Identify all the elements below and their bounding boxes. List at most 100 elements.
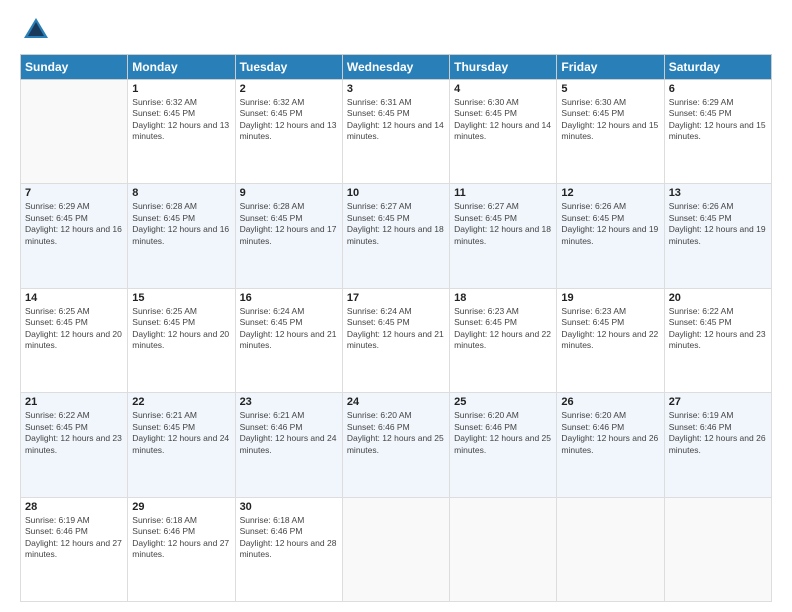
calendar-cell: 20 Sunrise: 6:22 AMSunset: 6:45 PMDayligh…	[664, 288, 771, 392]
logo-icon	[22, 16, 50, 44]
calendar-cell: 19Sunrise: 6:23 AMSunset: 6:45 PMDayligh…	[557, 288, 664, 392]
calendar-cell: 7 Sunrise: 6:29 AMSunset: 6:45 PMDaylight…	[21, 184, 128, 288]
calendar-cell	[557, 497, 664, 601]
day-info: Sunrise: 6:23 AMSunset: 6:45 PMDaylight:…	[561, 306, 659, 352]
weekday-header-thursday: Thursday	[450, 55, 557, 80]
calendar-cell	[342, 497, 449, 601]
page: SundayMondayTuesdayWednesdayThursdayFrid…	[0, 0, 792, 612]
calendar-cell: 8 Sunrise: 6:28 AMSunset: 6:45 PMDaylight…	[128, 184, 235, 288]
day-number: 9	[240, 187, 338, 199]
day-number: 26	[561, 396, 659, 408]
day-number: 23	[240, 396, 338, 408]
day-number: 17	[347, 292, 445, 304]
day-info: Sunrise: 6:32 AMSunset: 6:45 PMDaylight:…	[240, 97, 338, 143]
day-info: Sunrise: 6:29 AMSunset: 6:45 PMDaylight:…	[25, 201, 123, 247]
calendar-cell: 12 Sunrise: 6:26 AMSunset: 6:45 PMDayligh…	[557, 184, 664, 288]
calendar-cell: 6Sunrise: 6:29 AMSunset: 6:45 PMDaylight…	[664, 80, 771, 184]
day-info: Sunrise: 6:19 AMSunset: 6:46 PMDaylight:…	[25, 515, 123, 561]
day-number: 13	[669, 187, 767, 199]
weekday-header-monday: Monday	[128, 55, 235, 80]
day-info: Sunrise: 6:30 AMSunset: 6:45 PMDaylight:…	[561, 97, 659, 143]
calendar-cell: 22Sunrise: 6:21 AMSunset: 6:45 PMDayligh…	[128, 393, 235, 497]
day-info: Sunrise: 6:20 AMSunset: 6:46 PMDaylight:…	[347, 410, 445, 456]
calendar-cell	[21, 80, 128, 184]
calendar-cell: 3 Sunrise: 6:31 AMSunset: 6:45 PMDaylight…	[342, 80, 449, 184]
day-info: Sunrise: 6:20 AMSunset: 6:46 PMDaylight:…	[454, 410, 552, 456]
day-info: Sunrise: 6:19 AMSunset: 6:46 PMDaylight:…	[669, 410, 767, 456]
calendar-cell: 26 Sunrise: 6:20 AMSunset: 6:46 PMDayligh…	[557, 393, 664, 497]
calendar-cell: 4 Sunrise: 6:30 AMSunset: 6:45 PMDaylight…	[450, 80, 557, 184]
week-row-4: 21Sunrise: 6:22 AMSunset: 6:45 PMDayligh…	[21, 393, 772, 497]
day-info: Sunrise: 6:28 AMSunset: 6:45 PMDaylight:…	[132, 201, 230, 247]
week-row-2: 7 Sunrise: 6:29 AMSunset: 6:45 PMDaylight…	[21, 184, 772, 288]
day-number: 2	[240, 83, 338, 95]
calendar-cell: 23 Sunrise: 6:21 AMSunset: 6:46 PMDayligh…	[235, 393, 342, 497]
calendar-cell: 1 Sunrise: 6:32 AMSunset: 6:45 PMDaylight…	[128, 80, 235, 184]
day-number: 11	[454, 187, 552, 199]
weekday-header-saturday: Saturday	[664, 55, 771, 80]
calendar-cell: 21Sunrise: 6:22 AMSunset: 6:45 PMDayligh…	[21, 393, 128, 497]
day-number: 28	[25, 501, 123, 513]
day-number: 25	[454, 396, 552, 408]
calendar-cell: 17 Sunrise: 6:24 AMSunset: 6:45 PMDayligh…	[342, 288, 449, 392]
day-info: Sunrise: 6:25 AMSunset: 6:45 PMDaylight:…	[25, 306, 123, 352]
weekday-header-sunday: Sunday	[21, 55, 128, 80]
day-info: Sunrise: 6:21 AMSunset: 6:46 PMDaylight:…	[240, 410, 338, 456]
calendar-cell: 24 Sunrise: 6:20 AMSunset: 6:46 PMDayligh…	[342, 393, 449, 497]
day-number: 15	[132, 292, 230, 304]
day-number: 20	[669, 292, 767, 304]
day-info: Sunrise: 6:27 AMSunset: 6:45 PMDaylight:…	[347, 201, 445, 247]
calendar-cell: 29 Sunrise: 6:18 AMSunset: 6:46 PMDayligh…	[128, 497, 235, 601]
day-info: Sunrise: 6:26 AMSunset: 6:45 PMDaylight:…	[669, 201, 767, 247]
day-info: Sunrise: 6:24 AMSunset: 6:45 PMDaylight:…	[347, 306, 445, 352]
calendar-cell	[664, 497, 771, 601]
day-number: 7	[25, 187, 123, 199]
calendar-table: SundayMondayTuesdayWednesdayThursdayFrid…	[20, 54, 772, 602]
weekday-header-row: SundayMondayTuesdayWednesdayThursdayFrid…	[21, 55, 772, 80]
day-info: Sunrise: 6:28 AMSunset: 6:45 PMDaylight:…	[240, 201, 338, 247]
day-info: Sunrise: 6:32 AMSunset: 6:45 PMDaylight:…	[132, 97, 230, 143]
calendar-cell: 14 Sunrise: 6:25 AMSunset: 6:45 PMDayligh…	[21, 288, 128, 392]
day-info: Sunrise: 6:25 AMSunset: 6:45 PMDaylight:…	[132, 306, 230, 352]
day-number: 1	[132, 83, 230, 95]
header	[20, 16, 772, 44]
day-info: Sunrise: 6:20 AMSunset: 6:46 PMDaylight:…	[561, 410, 659, 456]
calendar-cell: 2 Sunrise: 6:32 AMSunset: 6:45 PMDaylight…	[235, 80, 342, 184]
day-number: 8	[132, 187, 230, 199]
day-info: Sunrise: 6:22 AMSunset: 6:45 PMDaylight:…	[669, 306, 767, 352]
day-info: Sunrise: 6:21 AMSunset: 6:45 PMDaylight:…	[132, 410, 230, 456]
week-row-5: 28 Sunrise: 6:19 AMSunset: 6:46 PMDayligh…	[21, 497, 772, 601]
day-info: Sunrise: 6:26 AMSunset: 6:45 PMDaylight:…	[561, 201, 659, 247]
day-info: Sunrise: 6:18 AMSunset: 6:46 PMDaylight:…	[132, 515, 230, 561]
calendar-cell: 28 Sunrise: 6:19 AMSunset: 6:46 PMDayligh…	[21, 497, 128, 601]
weekday-header-tuesday: Tuesday	[235, 55, 342, 80]
day-info: Sunrise: 6:23 AMSunset: 6:45 PMDaylight:…	[454, 306, 552, 352]
day-info: Sunrise: 6:27 AMSunset: 6:45 PMDaylight:…	[454, 201, 552, 247]
day-number: 24	[347, 396, 445, 408]
calendar-cell: 5 Sunrise: 6:30 AMSunset: 6:45 PMDaylight…	[557, 80, 664, 184]
day-info: Sunrise: 6:30 AMSunset: 6:45 PMDaylight:…	[454, 97, 552, 143]
day-number: 12	[561, 187, 659, 199]
day-number: 29	[132, 501, 230, 513]
week-row-3: 14 Sunrise: 6:25 AMSunset: 6:45 PMDayligh…	[21, 288, 772, 392]
calendar-cell: 27 Sunrise: 6:19 AMSunset: 6:46 PMDayligh…	[664, 393, 771, 497]
day-number: 10	[347, 187, 445, 199]
logo	[20, 16, 50, 44]
day-number: 14	[25, 292, 123, 304]
calendar-cell: 9 Sunrise: 6:28 AMSunset: 6:45 PMDaylight…	[235, 184, 342, 288]
calendar-cell: 15 Sunrise: 6:25 AMSunset: 6:45 PMDayligh…	[128, 288, 235, 392]
day-number: 5	[561, 83, 659, 95]
day-number: 3	[347, 83, 445, 95]
calendar-cell: 30 Sunrise: 6:18 AMSunset: 6:46 PMDayligh…	[235, 497, 342, 601]
day-info: Sunrise: 6:18 AMSunset: 6:46 PMDaylight:…	[240, 515, 338, 561]
calendar-cell: 11 Sunrise: 6:27 AMSunset: 6:45 PMDayligh…	[450, 184, 557, 288]
day-number: 30	[240, 501, 338, 513]
day-info: Sunrise: 6:29 AMSunset: 6:45 PMDaylight:…	[669, 97, 767, 143]
calendar-cell: 25 Sunrise: 6:20 AMSunset: 6:46 PMDayligh…	[450, 393, 557, 497]
day-number: 4	[454, 83, 552, 95]
day-info: Sunrise: 6:31 AMSunset: 6:45 PMDaylight:…	[347, 97, 445, 143]
calendar-cell: 13 Sunrise: 6:26 AMSunset: 6:45 PMDayligh…	[664, 184, 771, 288]
day-number: 18	[454, 292, 552, 304]
day-number: 27	[669, 396, 767, 408]
calendar-cell: 10 Sunrise: 6:27 AMSunset: 6:45 PMDayligh…	[342, 184, 449, 288]
